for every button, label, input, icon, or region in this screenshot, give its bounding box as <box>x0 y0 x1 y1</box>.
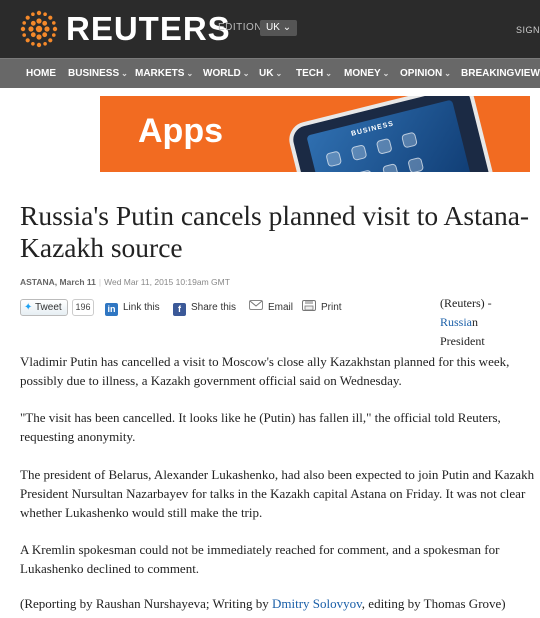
nav-item-uk[interactable]: UK ⌄ <box>259 59 282 89</box>
chevron-down-icon: ⌄ <box>121 69 128 78</box>
phone-image: BUSINESS <box>285 96 497 172</box>
nav-label: MONEY <box>344 68 381 79</box>
print-icon <box>302 300 316 311</box>
divider: | <box>98 277 102 287</box>
edition-value: UK <box>266 22 280 33</box>
article-paragraph: "The visit has been cancelled. It looks … <box>20 410 501 444</box>
twitter-bird-icon: ✦ <box>24 302 33 313</box>
article-location: ASTANA, March 11 <box>20 277 96 287</box>
print-button[interactable]: Print <box>302 298 342 318</box>
article-timestamp: Wed Mar 11, 2015 10:19am GMT <box>104 277 230 287</box>
article-paragraph: Vladimir Putin has cancelled a visit to … <box>20 354 510 388</box>
article-paragraph: The president of Belarus, Alexander Luka… <box>20 467 535 520</box>
dateline: ASTANA, March 11 | Wed Mar 11, 2015 10:19a… <box>20 277 230 287</box>
nav-item-money[interactable]: MONEY ⌄ <box>344 59 389 89</box>
tweet-button[interactable]: ✦ Tweet <box>20 299 68 316</box>
nav-label: HOME <box>26 68 56 79</box>
nav-label: BUSINESS <box>68 68 120 79</box>
chevron-down-icon: ⌄ <box>275 69 283 78</box>
nav-label: MARKETS <box>135 68 185 79</box>
banner-title: Apps <box>138 112 223 150</box>
chevron-down-icon: ⌄ <box>325 69 332 78</box>
reuters-logo-icon[interactable] <box>18 8 60 50</box>
facebook-icon: f <box>173 303 186 316</box>
nav-label: UK <box>259 68 274 79</box>
apps-banner-ad[interactable]: Apps BUSINESS <box>100 96 530 172</box>
lead-link-suffix: n <box>472 315 479 329</box>
nav-label: OPINION <box>400 68 443 79</box>
credit-after: , editing by Thomas Grove) <box>361 596 506 611</box>
credit-before: (Reporting by Raushan Nurshayeva; Writin… <box>20 596 272 611</box>
nav-item-tech[interactable]: TECH ⌄ <box>296 59 332 89</box>
nav-item-home[interactable]: HOME <box>26 59 56 89</box>
linkedin-label: Link this <box>123 302 160 313</box>
email-button[interactable]: Email <box>249 298 293 318</box>
phone-screen-label: BUSINESS <box>350 120 395 138</box>
chevron-down-icon: ⌄ <box>282 22 292 33</box>
edition-select[interactable]: UK ⌄ <box>260 20 298 36</box>
app-icon <box>375 137 393 155</box>
facebook-label: Share this <box>191 302 237 313</box>
app-icon <box>356 169 374 172</box>
app-icon <box>400 131 418 149</box>
nav-item-breakingviews[interactable]: BREAKINGVIEWS <box>461 59 540 89</box>
app-icon <box>325 150 343 168</box>
russia-link[interactable]: Russia <box>440 315 472 329</box>
phone-screen: BUSINESS <box>306 99 474 172</box>
article-credit: (Reporting by Raushan Nurshayeva; Writin… <box>20 594 535 613</box>
print-label: Print <box>321 302 342 313</box>
nav-item-markets[interactable]: MARKETS ⌄ <box>135 59 193 89</box>
tweet-label: Tweet <box>35 302 62 313</box>
edition-label: EDITION: <box>218 22 266 33</box>
article-paragraph: A Kremlin spokesman could not be immedia… <box>20 542 500 576</box>
sign-in-link[interactable]: SIGN <box>516 25 540 35</box>
author-link[interactable]: Dmitry Solovyov <box>272 596 362 611</box>
chevron-down-icon: ⌄ <box>444 69 451 78</box>
nav-label: WORLD <box>203 68 241 79</box>
nav-item-world[interactable]: WORLD ⌄ <box>203 59 249 89</box>
share-bar: ✦ Tweet 196 in Link this f Share this Emai… <box>20 298 440 318</box>
lead-line: Russian <box>440 313 540 332</box>
nav-item-opinion[interactable]: OPINION ⌄ <box>400 59 451 89</box>
nav-label: BREAKINGVIEWS <box>461 68 540 79</box>
logo-wordmark[interactable]: REUTERS <box>66 10 231 48</box>
article-lead-snippet: (Reuters) - Russian President <box>440 294 540 351</box>
email-label: Email <box>268 302 294 313</box>
nav-item-business[interactable]: BUSINESS ⌄ <box>68 59 128 89</box>
main-nav: HOME BUSINESS ⌄ MARKETS ⌄ WORLD ⌄ UK ⌄ TECH ⌄… <box>0 58 540 88</box>
app-icon <box>407 156 425 172</box>
chevron-down-icon: ⌄ <box>186 69 194 78</box>
nav-label: TECH <box>296 68 324 79</box>
facebook-share-button[interactable]: f Share this <box>173 298 236 318</box>
chevron-down-icon: ⌄ <box>242 69 250 78</box>
linkedin-icon: in <box>105 303 118 316</box>
top-bar: REUTERS EDITION: UK ⌄ SIGN <box>0 0 540 58</box>
email-icon <box>249 300 263 310</box>
chevron-down-icon: ⌄ <box>382 69 390 78</box>
app-icon <box>350 144 368 162</box>
app-icon <box>382 163 399 172</box>
article-headline: Russia's Putin cancels planned visit to … <box>20 200 530 263</box>
lead-continuation: President <box>440 334 485 348</box>
linkedin-share-button[interactable]: in Link this <box>105 298 160 318</box>
reuters-source: (Reuters) - <box>440 296 492 310</box>
tweet-count[interactable]: 196 <box>72 299 94 316</box>
